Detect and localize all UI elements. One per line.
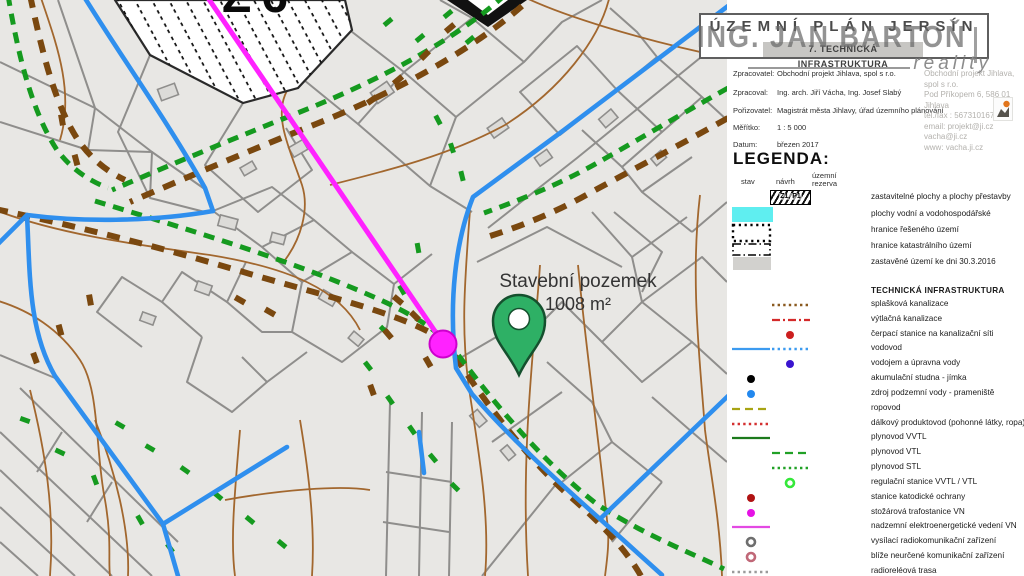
infra-legend-label: plynovod STL (871, 462, 1024, 471)
infra-legend-label: vodojem a úpravna vody (871, 358, 1024, 367)
agency-logo (993, 97, 1013, 121)
infra-legend-row: splašková kanalizace (729, 298, 813, 310)
watermark-reality: reality (896, 53, 992, 75)
area-legend-label: hranice katastrálního území (871, 241, 1021, 250)
infra-legend-row: vodovod (729, 342, 813, 354)
info-row-label: Datum: (733, 140, 777, 149)
infra-legend-row: vysílací radiokomunikační zařízení (729, 535, 813, 547)
area-legend-label: hranice řešeného území (871, 225, 1021, 234)
infra-legend-row: nadzemní elektroenergetické vedení VN (729, 520, 813, 532)
area-legend-label: zastavěné území ke dni 30.3.2016 (871, 257, 1021, 266)
infra-legend-row: čerpací stanice na kanalizační síti (729, 328, 813, 340)
infra-legend-label: ropovod (871, 403, 1024, 412)
infra-legend-row: akumulační studna - jímka (729, 372, 813, 384)
contact-line: www: vacha.ji.cz (924, 143, 1022, 154)
contact-line: vacha@ji.cz (924, 132, 1022, 143)
infra-legend-row: výtlačná kanalizace (729, 313, 813, 325)
infra-legend-row: zdroj podzemní vody - prameniště (729, 387, 813, 399)
info-row-label: Měřítko: (733, 123, 777, 132)
infra-legend-label: radioreléová trasa (871, 566, 1024, 575)
plan-viewer: Z6 (0, 0, 1024, 576)
parcel-label-line1: Stavební pozemek (499, 271, 657, 292)
contact-line: email: projekt@ji.cz (924, 122, 1022, 133)
infra-legend-label: blíže neurčené komunikační zařízení (871, 551, 1024, 560)
info-row-label: Zpracoval: (733, 88, 777, 97)
legend-col-navrh: návrh (776, 177, 795, 186)
infra-legend-label: stanice katodické ochrany (871, 492, 1024, 501)
info-row-label: Pořizovatel: (733, 106, 777, 115)
zone-swatch: Z1, P1 (770, 190, 811, 205)
info-row-label: Zpracovatel: (733, 69, 777, 78)
infra-legend-label: splašková kanalizace (871, 299, 1024, 308)
area-legend-label: plochy vodní a vodohospodářské (871, 209, 1021, 218)
infra-legend-row: vodojem a úpravna vody (729, 357, 813, 369)
transformer-station-symbol (430, 331, 457, 358)
built-area-swatch (733, 257, 771, 270)
reality-underline (748, 67, 910, 69)
infra-legend-label: akumulační studna - jímka (871, 373, 1024, 382)
infra-legend-row: blíže neurčené komunikační zařízení (729, 550, 813, 562)
plan-title: ÚZEMNÍ PLÁN JERSÍN (701, 18, 987, 35)
boundary-swatches (729, 223, 775, 259)
infra-legend-label: stožárová trafostanice VN (871, 507, 1024, 516)
parcel-label-line2: 1008 m² (545, 294, 611, 314)
zone-number-label: Z6 (222, 0, 298, 23)
infra-legend-row: plynovod STL (729, 461, 813, 473)
infra-legend-label: nadzemní elektroenergetické vedení VN (871, 521, 1024, 530)
infra-legend-heading: TECHNICKÁ INFRASTRUKTURA (871, 286, 1005, 295)
infra-legend-row: plynovod VTL (729, 446, 813, 458)
infra-legend-row: plynovod VVTL (729, 431, 813, 443)
legend-heading: LEGENDA: (733, 149, 830, 169)
infra-legend-label: dálkový produktovod (pohonné látky, ropa… (871, 418, 1024, 427)
infra-legend-label: vodovod (871, 343, 1024, 352)
water-area-swatch (732, 207, 773, 222)
infra-legend-label: čerpací stanice na kanalizační síti (871, 329, 1024, 338)
infra-legend-row: regulační stanice VVTL / VTL (729, 476, 813, 488)
infra-legend-label: regulační stanice VVTL / VTL (871, 477, 1024, 486)
infra-legend-label: výtlačná kanalizace (871, 314, 1024, 323)
infra-legend-row: stožárová trafostanice VN (729, 506, 813, 518)
legend-col-stav: stav (741, 177, 755, 186)
infra-legend-label: vysílací radiokomunikační zařízení (871, 536, 1024, 545)
infra-legend-label: plynovod VVTL (871, 432, 1024, 441)
infra-legend-label: plynovod VTL (871, 447, 1024, 456)
infra-legend-row: radioreléová trasa (729, 565, 813, 576)
infra-legend-row: stanice katodické ochrany (729, 491, 813, 503)
infra-legend-row: dálkový produktovod (pohonné látky, ropa… (729, 417, 813, 429)
infra-legend-label: zdroj podzemní vody - prameniště (871, 388, 1024, 397)
infra-legend-row: ropovod (729, 402, 813, 414)
legend-col-rezerva: územní rezerva (812, 172, 842, 188)
area-legend-label: zastavitelné plochy a plochy přestavby (871, 192, 1021, 201)
